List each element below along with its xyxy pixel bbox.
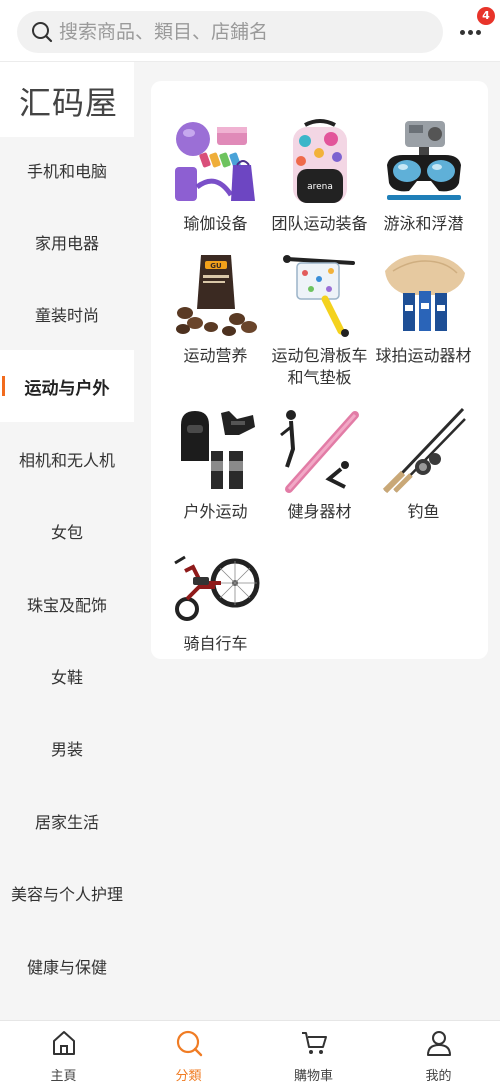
scooter-bag-icon (282, 255, 355, 337)
category-sidebar: 汇码屋 手机和电脑 家用电器 童装时尚 运动与户外 相机和无人机 女包 珠宝及配… (0, 62, 134, 1020)
sidebar-item-jewelry[interactable]: 珠宝及配饰 (0, 568, 134, 640)
sidebar-item-phones-computers[interactable]: 手机和电脑 (0, 134, 134, 206)
bottom-tab-bar: 主頁 分類 購物車 我的 (0, 1020, 500, 1085)
search-placeholder: 搜索商品、類目、店鋪名 (59, 21, 269, 43)
yoga-equipment-icon (174, 122, 255, 201)
tab-label: 購物車 (293, 1069, 333, 1084)
subcategory-cycling[interactable]: 骑自行车 (163, 537, 268, 655)
search-icon (32, 22, 53, 43)
subcategory-label: 运动包滑板车和气垫板 (271, 346, 368, 387)
sidebar-item-kids-fashion[interactable]: 童装时尚 (0, 278, 134, 350)
tab-label: 分類 (175, 1069, 202, 1084)
subcategory-scooter-bags[interactable]: 运动包滑板车和气垫板 (267, 249, 372, 389)
subcategory-label: 瑜伽设备 (183, 214, 248, 233)
sidebar-item-health[interactable]: 健康与保健 (0, 930, 134, 1002)
brand-name: 汇码屋 (19, 84, 119, 122)
user-icon (427, 1031, 451, 1056)
tab-category[interactable]: 分類 (126, 1021, 251, 1085)
top-bar: 搜索商品、類目、店鋪名 4 (0, 0, 500, 62)
sidebar-item-beauty-care[interactable]: 美容与个人护理 (0, 857, 134, 929)
subcategory-outdoor[interactable]: 户外运动 (163, 405, 268, 523)
tab-label: 主頁 (50, 1069, 77, 1084)
subcategory-racket-sports[interactable]: 球拍运动器材 (371, 249, 476, 367)
subcategory-label: 团队运动装备 (271, 214, 368, 233)
subcategory-panel: 瑜伽设备 arena 团队运动装备 游泳和浮潜 GU 运动营养 运动包滑板车和气… (151, 81, 488, 659)
sidebar-item-cameras-drones[interactable]: 相机和无人机 (0, 423, 134, 495)
tab-profile[interactable]: 我的 (376, 1021, 500, 1085)
sidebar-item-sports-outdoors[interactable]: 运动与户外 (0, 350, 134, 422)
notification-badge: 4 (477, 7, 495, 25)
subcategory-label: 健身器材 (287, 502, 352, 521)
table-tennis-blade-icon (384, 254, 465, 331)
svg-text:arena: arena (307, 182, 333, 192)
recumbent-bike-icon (173, 555, 259, 621)
snorkel-mask-icon (386, 121, 461, 200)
backpack-icon: arena (292, 119, 347, 203)
subcategory-label: 骑自行车 (183, 634, 248, 653)
svg-text:GU: GU (210, 262, 222, 270)
tab-cart[interactable]: 購物車 (251, 1021, 376, 1085)
subcategory-team-sports[interactable]: arena 团队运动装备 (267, 117, 372, 235)
brand-logo: 汇码屋 (0, 62, 134, 137)
subcategory-swimming-snorkeling[interactable]: 游泳和浮潜 (371, 117, 476, 235)
search-icon (176, 1030, 203, 1057)
sidebar-item-womens-bags[interactable]: 女包 (0, 495, 134, 567)
sidebar-item-home-appliances[interactable]: 家用电器 (0, 206, 134, 278)
subcategory-yoga-equipment[interactable]: 瑜伽设备 (163, 117, 268, 235)
tab-label: 我的 (425, 1069, 452, 1084)
subcategory-label: 球拍运动器材 (375, 346, 472, 365)
fitness-bar-icon (279, 410, 359, 493)
subcategory-label: 运动营养 (183, 346, 248, 365)
tab-home[interactable]: 主頁 (1, 1021, 126, 1085)
search-input[interactable]: 搜索商品、類目、店鋪名 (17, 11, 443, 53)
sidebar-item-home-living[interactable]: 居家生活 (0, 785, 134, 857)
balaclava-gloves-icon (180, 411, 255, 489)
subcategory-fitness[interactable]: 健身器材 (267, 405, 372, 523)
home-icon (53, 1031, 75, 1055)
sidebar-item-mens-clothing[interactable]: 男装 (0, 712, 134, 784)
subcategory-label: 钓鱼 (407, 502, 440, 521)
energy-gel-icon: GU (175, 255, 257, 336)
sidebar-item-womens-shoes[interactable]: 女鞋 (0, 640, 134, 712)
subcategory-label: 户外运动 (183, 502, 248, 521)
subcategory-sports-nutrition[interactable]: GU 运动营养 (163, 249, 268, 367)
cart-icon (302, 1032, 327, 1054)
subcategory-fishing[interactable]: 钓鱼 (371, 405, 476, 523)
fishing-rod-icon (382, 407, 466, 494)
subcategory-label: 游泳和浮潜 (383, 214, 464, 233)
